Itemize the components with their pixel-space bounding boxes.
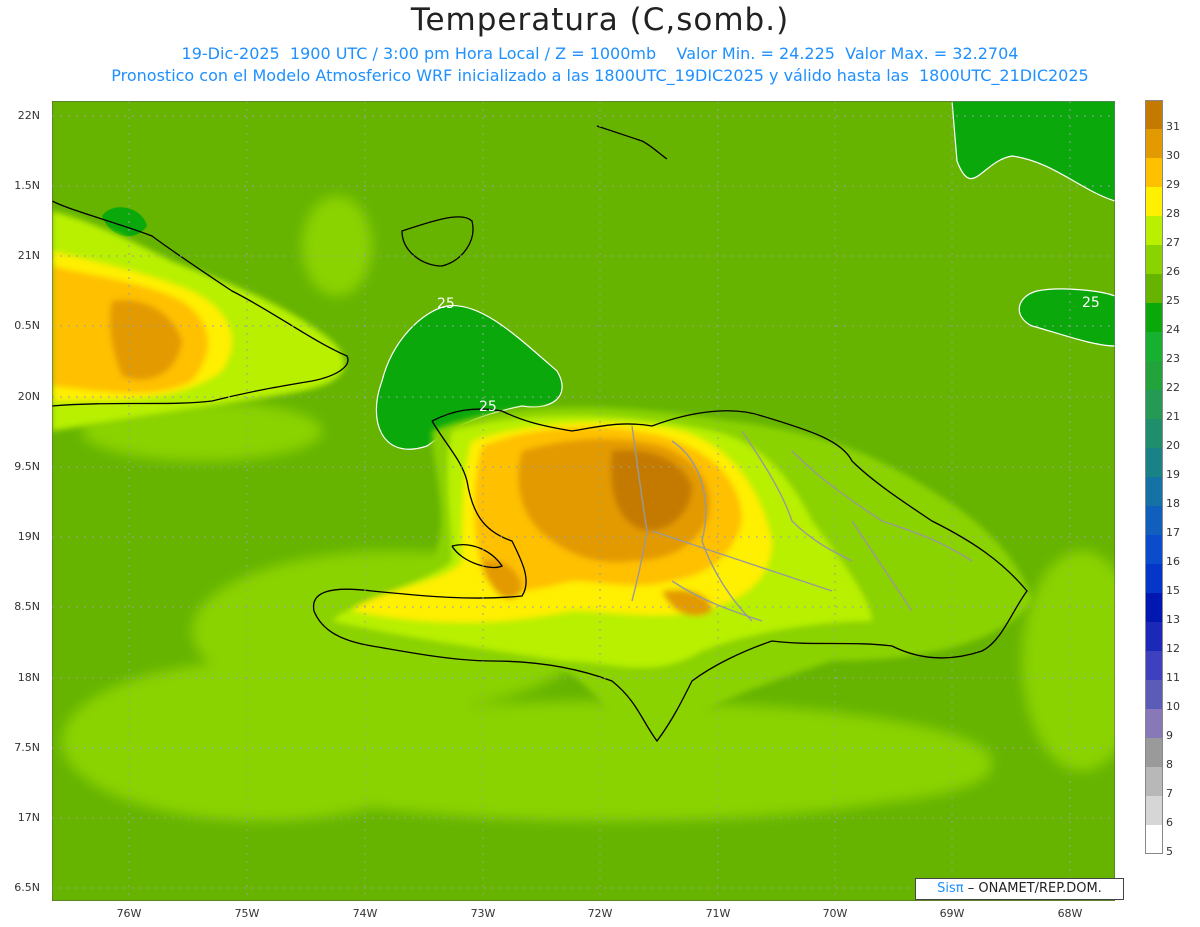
colorbar-label: 21 xyxy=(1166,410,1180,423)
colorbar-cell xyxy=(1145,680,1163,709)
colorbar-label: 22 xyxy=(1166,381,1180,394)
colorbar-label: 24 xyxy=(1166,323,1180,336)
colorbar-cell xyxy=(1145,303,1163,332)
lat-label: 21N xyxy=(17,249,40,262)
colorbar-label: 15 xyxy=(1166,584,1180,597)
colorbar-label: 19 xyxy=(1166,468,1180,481)
lon-label: 71W xyxy=(705,907,731,920)
lat-label: 7.5N xyxy=(14,741,40,754)
colorbar-cell xyxy=(1145,100,1163,129)
colorbar-cell xyxy=(1145,651,1163,680)
colorbar-cell xyxy=(1145,593,1163,622)
colorbar-label: 18 xyxy=(1166,497,1180,510)
colorbar-cell xyxy=(1145,825,1163,854)
lat-label: 22N xyxy=(17,109,40,122)
colorbar-label: 17 xyxy=(1166,526,1180,539)
colorbar-cell xyxy=(1145,216,1163,245)
colorbar-cell xyxy=(1145,129,1163,158)
colorbar-label: 13 xyxy=(1166,613,1180,626)
colorbar-cell xyxy=(1145,274,1163,303)
colorbar-cell xyxy=(1145,245,1163,274)
credit-text: – ONAMET/REP.DOM. xyxy=(967,881,1102,896)
colorbar-label: 16 xyxy=(1166,555,1180,568)
lat-label: 8.5N xyxy=(14,600,40,613)
colorbar-label: 26 xyxy=(1166,265,1180,278)
lon-label: 74W xyxy=(352,907,378,920)
sispi-logo-text: Sisπ xyxy=(937,881,964,896)
lat-label: 17N xyxy=(17,811,40,824)
lat-label: 9.5N xyxy=(14,460,40,473)
contour-label: 25 xyxy=(437,296,455,312)
colorbar-cell xyxy=(1145,361,1163,390)
lon-label: 75W xyxy=(234,907,260,920)
lat-label: 6.5N xyxy=(14,881,40,894)
colorbar-label: 27 xyxy=(1166,236,1180,249)
subtitle-model-info: Pronostico con el Modelo Atmosferico WRF… xyxy=(111,66,1089,85)
lon-label: 72W xyxy=(587,907,613,920)
colorbar-cell xyxy=(1145,448,1163,477)
colorbar-label: 6 xyxy=(1166,816,1173,829)
colorbar-cell xyxy=(1145,390,1163,419)
lon-label: 76W xyxy=(116,907,142,920)
colorbar-cell xyxy=(1145,709,1163,738)
colorbar-label: 7 xyxy=(1166,787,1173,800)
colorbar xyxy=(1145,100,1163,854)
colorbar-cell xyxy=(1145,564,1163,593)
colorbar-cell xyxy=(1145,187,1163,216)
temperature-map: 25 25 25 xyxy=(52,101,1115,901)
colorbar-label: 9 xyxy=(1166,729,1173,742)
subtitle-valid-time: 19-Dic-2025 1900 UTC / 3:00 pm Hora Loca… xyxy=(181,44,1019,63)
contour-label: 25 xyxy=(1082,295,1100,311)
colorbar-label: 5 xyxy=(1166,845,1173,858)
credit-box: Sisπ – ONAMET/REP.DOM. xyxy=(915,878,1124,900)
lon-label: 70W xyxy=(822,907,848,920)
colorbar-cell xyxy=(1145,506,1163,535)
colorbar-label: 29 xyxy=(1166,178,1180,191)
contour-label: 25 xyxy=(479,399,497,415)
colorbar-cell xyxy=(1145,738,1163,767)
colorbar-cell xyxy=(1145,477,1163,506)
colorbar-cell xyxy=(1145,622,1163,651)
colorbar-label: 11 xyxy=(1166,671,1180,684)
colorbar-label: 31 xyxy=(1166,120,1180,133)
colorbar-cell xyxy=(1145,767,1163,796)
lat-label: 1.5N xyxy=(14,179,40,192)
colorbar-cell xyxy=(1145,158,1163,187)
colorbar-cell xyxy=(1145,535,1163,564)
lat-label: 20N xyxy=(17,390,40,403)
colorbar-label: 20 xyxy=(1166,439,1180,452)
lon-label: 68W xyxy=(1057,907,1083,920)
colorbar-cell xyxy=(1145,796,1163,825)
lat-label: 0.5N xyxy=(14,319,40,332)
map-title: Temperatura (C,somb.) xyxy=(410,2,790,38)
colorbar-label: 10 xyxy=(1166,700,1180,713)
colorbar-label: 12 xyxy=(1166,642,1180,655)
colorbar-label: 25 xyxy=(1166,294,1180,307)
colorbar-label: 8 xyxy=(1166,758,1173,771)
colorbar-cell xyxy=(1145,332,1163,361)
lon-label: 73W xyxy=(470,907,496,920)
colorbar-label: 30 xyxy=(1166,149,1180,162)
colorbar-label: 23 xyxy=(1166,352,1180,365)
lon-label: 69W xyxy=(939,907,965,920)
colorbar-cell xyxy=(1145,419,1163,448)
lat-label: 18N xyxy=(17,671,40,684)
colorbar-label: 28 xyxy=(1166,207,1180,220)
lat-label: 19N xyxy=(17,530,40,543)
